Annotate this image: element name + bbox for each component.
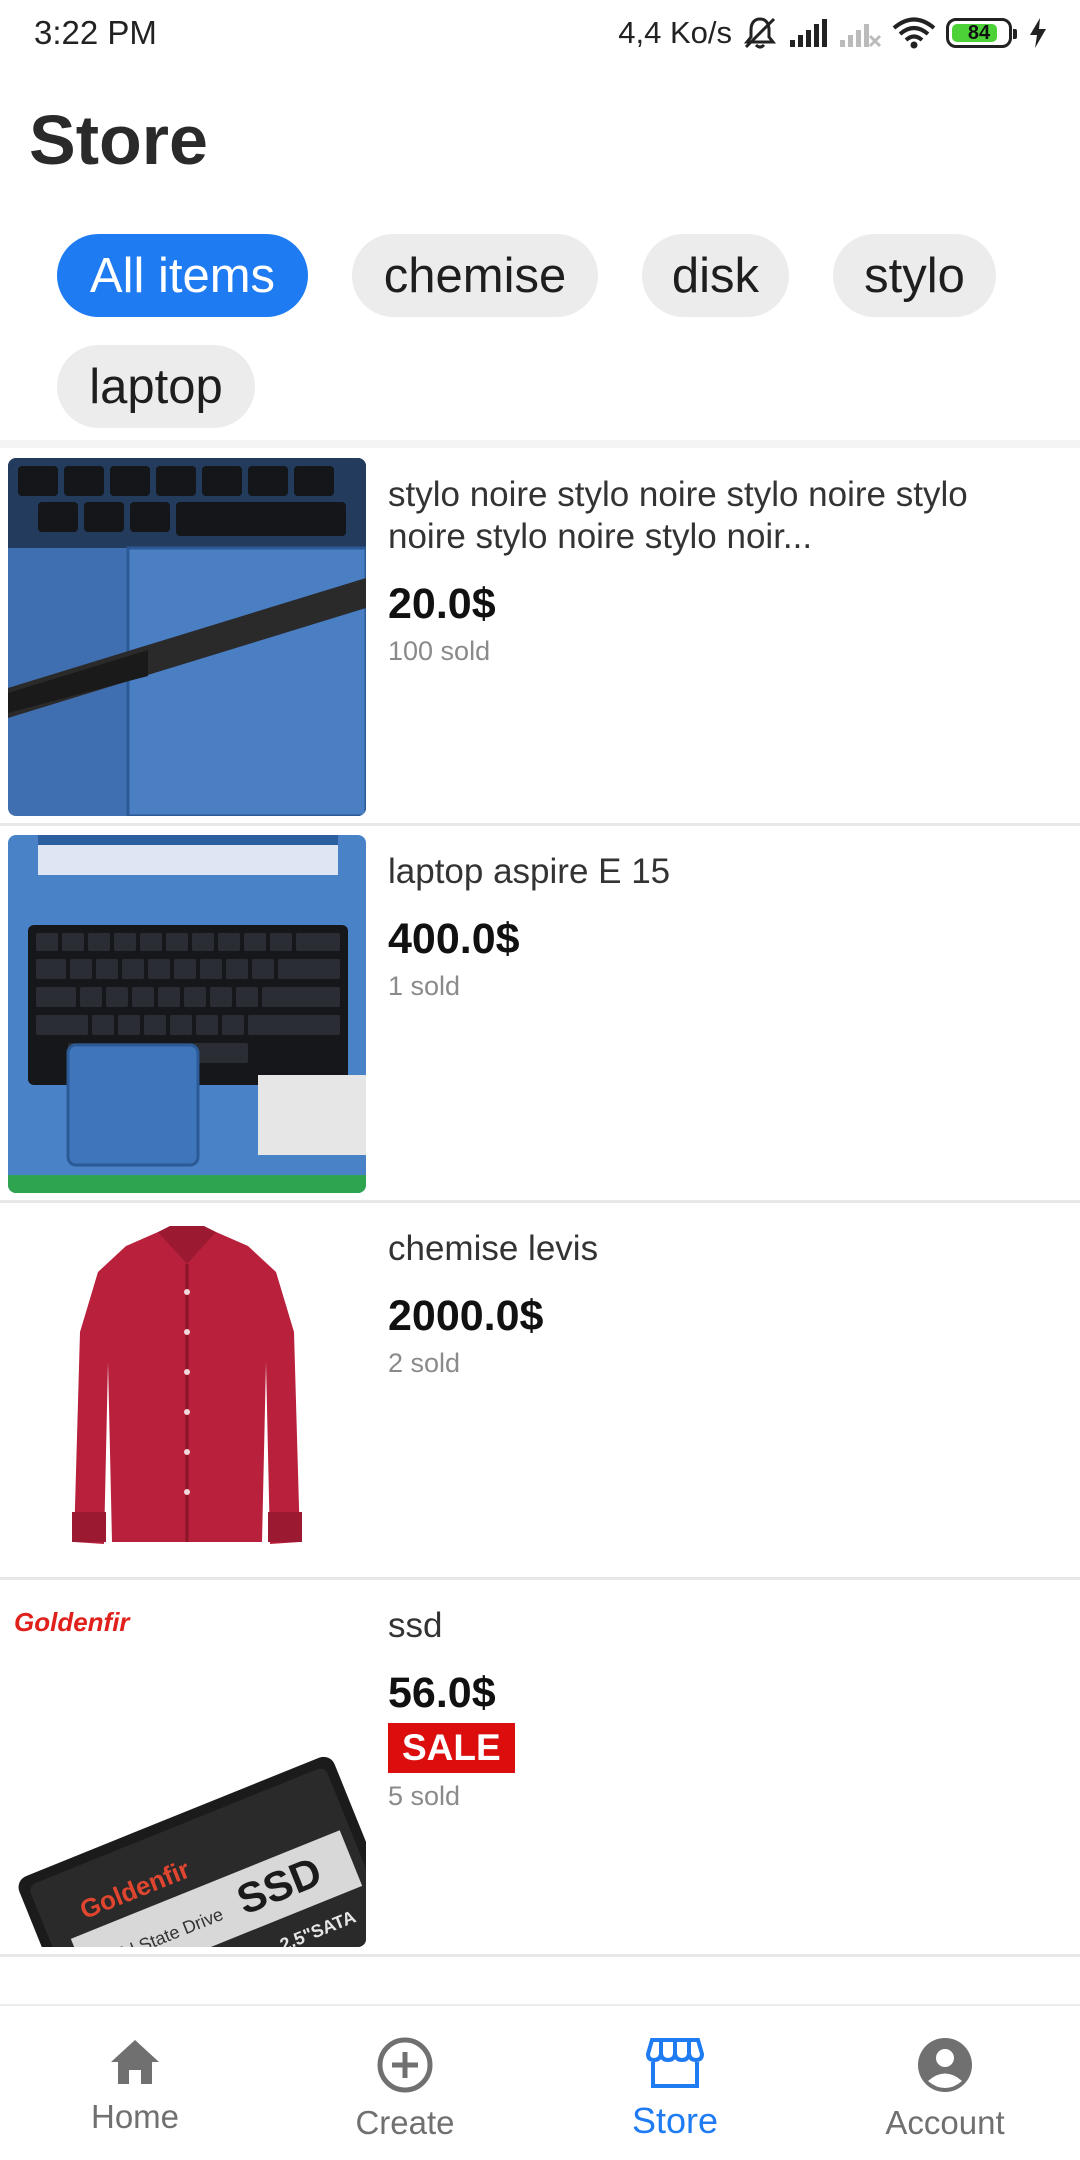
product-price: 2000.0$	[388, 1292, 544, 1340]
wifi-icon	[892, 17, 936, 49]
signal-icon	[790, 19, 827, 47]
product-image: Goldenfir Goldenfir SSD Solid State Driv…	[8, 1589, 366, 1947]
home-icon	[111, 2040, 159, 2084]
chip-label: disk	[671, 248, 760, 303]
product-title: chemise levis	[388, 1229, 599, 1268]
section-divider	[0, 440, 1080, 448]
product-title: stylo noire stylo noire stylo noire styl…	[388, 475, 968, 556]
battery-indicator: 84	[946, 18, 1017, 48]
product-sold-count: 100 sold	[388, 636, 491, 666]
product-item[interactable]: stylo noire stylo noire stylo noire styl…	[0, 450, 1080, 826]
nav-store[interactable]: Store	[540, 2006, 810, 2160]
nav-label: Create	[355, 2104, 455, 2141]
product-sold-count: 1 sold	[388, 971, 461, 1001]
product-price: 56.0$	[388, 1669, 496, 1717]
chip-all-items[interactable]: All items	[57, 234, 308, 317]
muted-bell-icon	[743, 17, 777, 49]
product-info: chemise levis 2000.0$ 2 sold	[388, 1228, 1048, 1379]
product-info: stylo noire stylo noire stylo noire styl…	[388, 474, 1048, 667]
product-price: 20.0$	[388, 580, 496, 628]
no-signal-icon	[840, 24, 882, 48]
status-bar: 3:22 PM 4,4 Ko/s 84	[0, 0, 1080, 66]
store-icon	[646, 2038, 704, 2088]
chip-laptop[interactable]: laptop	[57, 345, 255, 428]
product-title: ssd	[388, 1606, 443, 1645]
product-item[interactable]: laptop aspire E 15 400.0$ 1 sold	[0, 827, 1080, 1203]
product-item[interactable]: chemise levis 2000.0$ 2 sold	[0, 1204, 1080, 1580]
nav-create[interactable]: Create	[270, 2006, 540, 2160]
network-speed: 4,4 Ko/s	[618, 15, 732, 50]
chip-label: All items	[89, 248, 276, 303]
product-price: 400.0$	[388, 915, 520, 963]
nav-account[interactable]: Account	[810, 2006, 1080, 2160]
nav-home[interactable]: Home	[0, 2006, 270, 2160]
chip-stylo[interactable]: stylo	[833, 234, 996, 317]
battery-level: 84	[967, 21, 991, 44]
product-image	[8, 1212, 366, 1570]
product-title: laptop aspire E 15	[388, 852, 671, 891]
bottom-navigation: Home Create Store Account	[0, 2004, 1080, 2160]
page-title: Store	[29, 101, 208, 179]
product-sold-count: 5 sold	[388, 1781, 461, 1811]
nav-label: Store	[631, 2100, 719, 2141]
chip-label: laptop	[89, 359, 223, 414]
sale-badge: SALE	[388, 1723, 515, 1773]
store-screen: 3:22 PM 4,4 Ko/s 84 Store All items chem…	[0, 0, 1080, 2160]
nav-label: Account	[885, 2104, 1005, 2141]
account-icon	[918, 2038, 972, 2092]
product-info: ssd 56.0$ SALE 5 sold	[388, 1605, 1048, 1812]
product-info: laptop aspire E 15 400.0$ 1 sold	[388, 851, 1048, 1002]
chip-label: stylo	[864, 248, 965, 303]
status-time: 3:22 PM	[34, 14, 157, 51]
chip-disk[interactable]: disk	[642, 234, 789, 317]
chip-label: chemise	[383, 248, 567, 303]
chip-chemise[interactable]: chemise	[352, 234, 598, 317]
product-image	[8, 835, 366, 1193]
status-icons: 4,4 Ko/s 84	[618, 15, 1048, 51]
add-circle-icon	[377, 2037, 433, 2093]
product-sold-count: 2 sold	[388, 1348, 461, 1378]
product-item[interactable]: Goldenfir Goldenfir SSD Solid State Driv…	[0, 1581, 1080, 1957]
charging-icon	[1030, 18, 1046, 48]
product-image	[8, 458, 366, 816]
brand-logo: Goldenfir	[14, 1607, 131, 1637]
nav-label: Home	[90, 2098, 180, 2135]
